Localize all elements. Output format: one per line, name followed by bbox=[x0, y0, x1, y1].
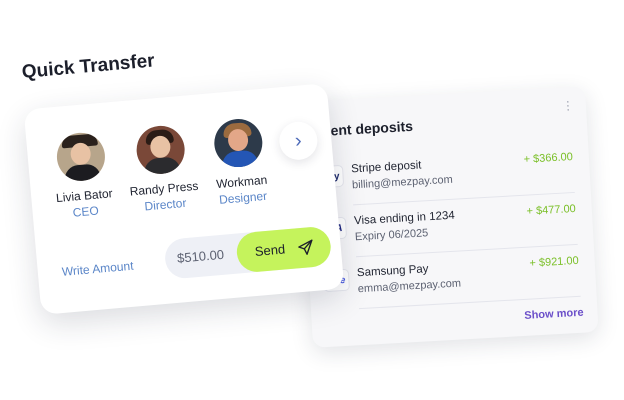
row-divider bbox=[358, 295, 581, 310]
send-plane-icon bbox=[298, 239, 313, 255]
deposit-amount: + $477.00 bbox=[526, 202, 577, 218]
deposit-amount: + $921.00 bbox=[529, 254, 579, 270]
send-label: Send bbox=[254, 241, 286, 259]
avatar bbox=[134, 123, 187, 176]
deposit-sub: Expiry 06/2025 bbox=[354, 227, 429, 244]
deposit-sub: billing@mezpay.com bbox=[351, 173, 454, 192]
kebab-menu-icon[interactable]: · · · bbox=[565, 94, 570, 116]
deposit-name: Stripe deposit bbox=[350, 159, 422, 176]
deposit-amount: + $366.00 bbox=[523, 151, 574, 166]
avatar bbox=[54, 130, 107, 183]
deposit-name: Visa ending in 1234 bbox=[353, 209, 456, 228]
deposit-sub: emma@mezpay.com bbox=[357, 277, 462, 296]
avatar bbox=[212, 117, 265, 170]
send-button[interactable]: Send bbox=[235, 225, 333, 274]
amount-input[interactable]: $510.00 Send bbox=[163, 225, 333, 280]
amount-value: $510.00 bbox=[176, 246, 225, 266]
recent-deposits-card: ecent deposits ··· Pay Stripe deposit bi… bbox=[299, 86, 599, 348]
show-more-link[interactable]: Show more bbox=[524, 307, 584, 322]
contact-workman[interactable]: Workman Designer bbox=[191, 115, 288, 209]
avatar-body bbox=[143, 156, 182, 176]
quick-transfer-title: Quick Transfer bbox=[21, 50, 156, 83]
write-amount-label: Write Amount bbox=[61, 258, 135, 279]
avatar-body bbox=[63, 163, 102, 183]
quick-transfer-card: Livia Bator CEO Randy Press Director Wor… bbox=[23, 83, 345, 315]
deposit-row-samsung[interactable]: ipe Samsung Pay emma@mezpay.com + $921.0… bbox=[308, 248, 596, 312]
deposit-name: Samsung Pay bbox=[356, 263, 429, 280]
avatar-body bbox=[221, 149, 260, 170]
